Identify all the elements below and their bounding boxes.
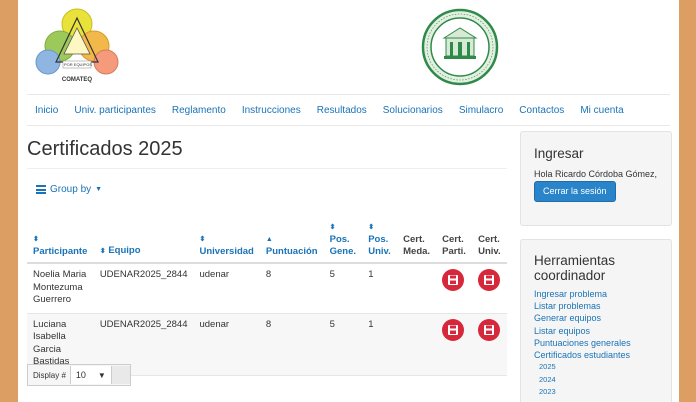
login-panel: Ingresar Hola Ricardo Córdoba Gómez, Cer… — [520, 131, 672, 226]
cell-cert-univ — [472, 263, 507, 314]
group-by-label: Group by — [50, 184, 92, 195]
column-header-cert-parti: Cert. Parti. — [436, 214, 473, 264]
cell-cert-parti — [436, 313, 473, 376]
sort-icon: ⬍ — [199, 236, 206, 243]
logo-caption: COMATEQ — [61, 77, 93, 83]
list-icon — [36, 185, 46, 194]
nav-item-reglamento[interactable]: Reglamento — [164, 105, 234, 116]
cell-pos-gene: 5 — [323, 313, 363, 376]
nav-item-contactos[interactable]: Contactos — [511, 105, 572, 116]
login-panel-title: Ingresar — [534, 146, 584, 161]
save-icon — [448, 275, 459, 285]
column-header-pos-gene[interactable]: ⬍ Pos. Gene. — [323, 214, 363, 264]
logout-button[interactable]: Cerrar la sesión — [534, 181, 616, 202]
main-nav: Inicio Univ. participantes Reglamento In… — [27, 94, 670, 126]
column-header-universidad[interactable]: ⬍ Universidad — [193, 214, 260, 264]
tools-list: Ingresar problema Listar problemas Gener… — [534, 288, 631, 361]
tool-link-puntuaciones-generales[interactable]: Puntuaciones generales — [534, 337, 631, 349]
university-seal-logo[interactable] — [420, 8, 500, 86]
nav-item-univ-participantes[interactable]: Univ. participantes — [66, 105, 164, 116]
display-count-control: Display # 10 ▼ — [27, 364, 131, 386]
year-link-2023[interactable]: 2023 — [538, 386, 556, 399]
nav-item-mi-cuenta[interactable]: Mi cuenta — [572, 105, 631, 116]
title-divider — [27, 168, 507, 169]
cell-universidad: udenar — [193, 313, 260, 376]
cell-participante: Noelia Maria Montezuma Guerrero — [27, 263, 94, 314]
logo-ring-text: POR EQUIPOS — [64, 62, 93, 67]
sort-icon: ⬍ — [33, 236, 39, 243]
column-header-cert-univ: Cert. Univ. — [472, 214, 507, 264]
certificates-table: ⬍ Participante ⬍ Equipo ⬍ Universidad ▲ … — [27, 214, 507, 376]
nav-item-inicio[interactable]: Inicio — [27, 105, 66, 116]
save-icon — [484, 275, 495, 285]
tools-panel-title: Herramientas coordinador — [534, 253, 616, 283]
nav-item-resultados[interactable]: Resultados — [309, 105, 375, 116]
save-icon — [484, 324, 495, 335]
page-title: Certificados 2025 — [27, 138, 183, 160]
display-count-select[interactable]: 10 ▼ — [69, 366, 111, 384]
cell-pos-univ: 1 — [362, 313, 398, 376]
certificate-years-list: 2025 2024 2023 — [538, 361, 556, 399]
page: COMATEQ POR EQUIPOS Inicio Univ. partici… — [18, 0, 679, 402]
greeting-text: Hola Ricardo Córdoba Gómez, — [534, 169, 658, 179]
download-certificate-university-button[interactable] — [478, 318, 501, 341]
nav-item-solucionarios[interactable]: Solucionarios — [375, 105, 451, 116]
download-certificate-university-button[interactable] — [478, 269, 501, 291]
cell-cert-meda — [397, 263, 437, 314]
group-by-button[interactable]: Group by ▼ — [36, 184, 102, 195]
column-header-pos-univ[interactable]: ⬍ Pos. Univ. — [362, 214, 398, 264]
sort-icon: ⬍ — [99, 248, 106, 255]
download-certificate-participation-button[interactable] — [442, 318, 465, 341]
cell-puntuacion: 8 — [259, 263, 324, 314]
column-header-puntuacion[interactable]: ▲ Puntuación — [259, 214, 324, 264]
cell-pos-gene: 5 — [323, 263, 363, 314]
caret-down-icon: ▼ — [95, 186, 103, 193]
cell-universidad: udenar — [193, 263, 260, 314]
chevron-down-icon: ▼ — [97, 370, 106, 380]
tool-link-generar-equipos[interactable]: Generar equipos — [534, 312, 631, 324]
cell-puntuacion: 8 — [259, 313, 324, 376]
year-link-2025[interactable]: 2025 — [538, 361, 556, 374]
tool-link-certificados-estudiantes[interactable]: Certificados estudiantes — [534, 349, 631, 361]
cell-cert-parti — [436, 263, 473, 314]
nav-item-instrucciones[interactable]: Instrucciones — [234, 105, 309, 116]
save-icon — [448, 324, 459, 335]
tool-link-listar-problemas[interactable]: Listar problemas — [534, 300, 631, 312]
nav-item-simulacro[interactable]: Simulacro — [451, 105, 511, 116]
coordinator-tools-panel: Herramientas coordinador Ingresar proble… — [520, 239, 672, 402]
cell-pos-univ: 1 — [362, 263, 398, 314]
display-count-value: 10 — [75, 370, 86, 380]
column-header-equipo[interactable]: ⬍ Equipo — [93, 214, 194, 264]
tool-link-ingresar-problema[interactable]: Ingresar problema — [534, 288, 631, 300]
comateq-logo[interactable]: COMATEQ POR EQUIPOS — [32, 4, 122, 88]
tool-link-listar-equipos[interactable]: Listar equipos — [534, 325, 631, 337]
cell-cert-univ — [472, 313, 507, 376]
sort-icon: ⬍ — [329, 224, 336, 231]
display-addon — [110, 366, 130, 384]
table-row: Noelia Maria Montezuma Guerrero UDENAR20… — [27, 263, 507, 314]
cell-equipo: UDENAR2025_2844 — [93, 263, 194, 314]
display-label: Display # — [33, 370, 66, 380]
cell-cert-meda — [397, 313, 437, 376]
sort-icon: ⬍ — [368, 224, 375, 231]
column-header-participante[interactable]: ⬍ Participante — [27, 214, 94, 264]
sort-up-icon: ▲ — [265, 236, 273, 243]
year-link-2024[interactable]: 2024 — [538, 374, 556, 387]
column-header-cert-meda: Cert. Meda. — [397, 214, 437, 264]
download-certificate-participation-button[interactable] — [442, 269, 465, 291]
